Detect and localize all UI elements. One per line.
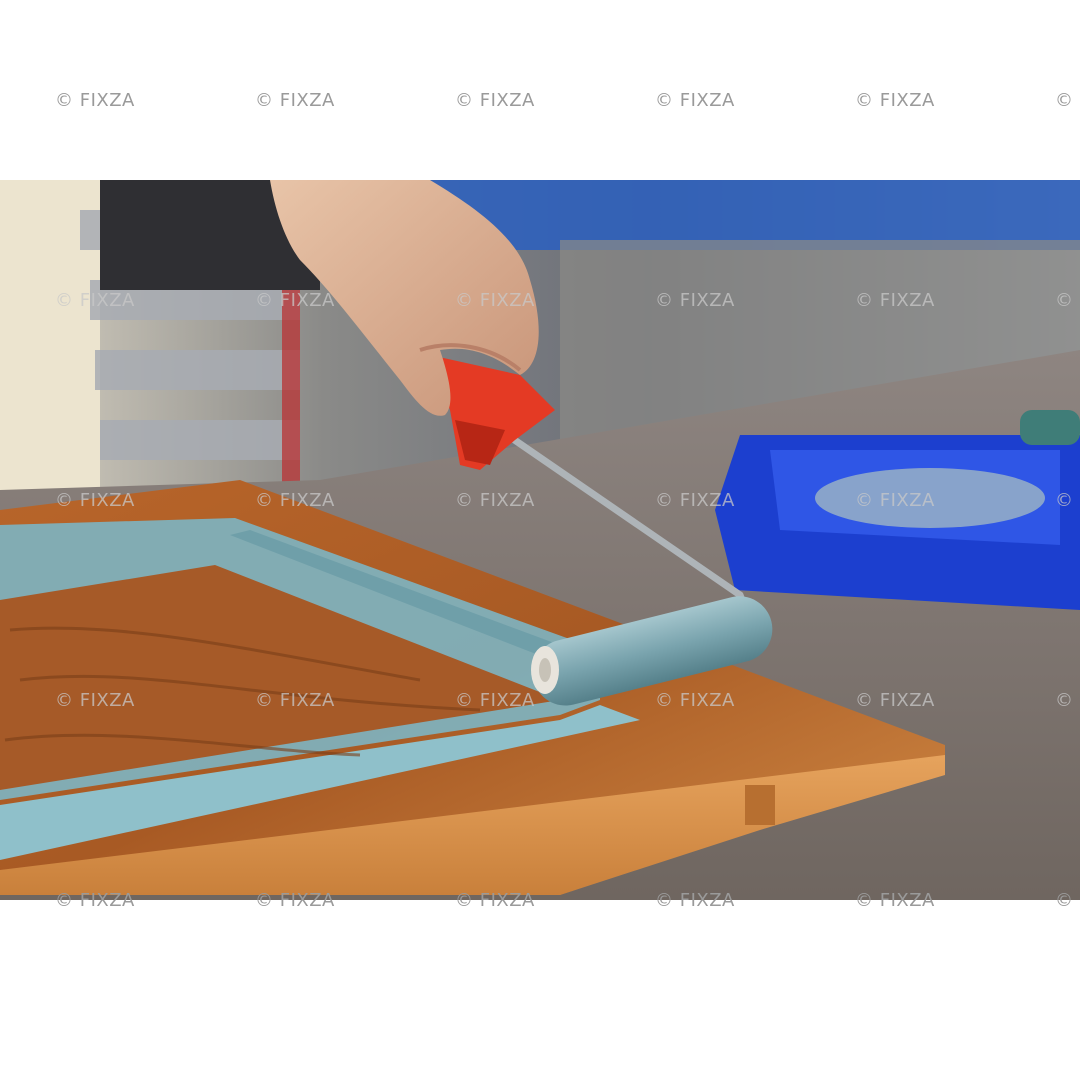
watermark-text: © FIXZA — [55, 890, 135, 911]
watermark-text: © — [1055, 290, 1074, 311]
watermark-row: © FIXZA © FIXZA © FIXZA © FIXZA © FIXZA … — [0, 490, 1080, 514]
watermark-text: © FIXZA — [455, 690, 535, 711]
watermark-text: © FIXZA — [655, 490, 735, 511]
watermark-text: © FIXZA — [455, 290, 535, 311]
watermark-text: © FIXZA — [255, 490, 335, 511]
watermark-row: © FIXZA © FIXZA © FIXZA © FIXZA © FIXZA … — [0, 290, 1080, 314]
painting-photo — [0, 180, 1080, 900]
blue-beam — [430, 180, 1080, 250]
watermark-text: © FIXZA — [855, 690, 935, 711]
watermark-text: © FIXZA — [55, 90, 135, 111]
watermark-text: © FIXZA — [255, 290, 335, 311]
watermark-text: © FIXZA — [255, 90, 335, 111]
watermark-text: © FIXZA — [655, 890, 735, 911]
watermark-text: © FIXZA — [455, 490, 535, 511]
watermark-row: © FIXZA © FIXZA © FIXZA © FIXZA © FIXZA … — [0, 690, 1080, 714]
watermark-text: © FIXZA — [455, 890, 535, 911]
watermark-text: © FIXZA — [55, 290, 135, 311]
watermark-text: © FIXZA — [55, 490, 135, 511]
watermark-text: © — [1055, 690, 1074, 711]
watermark-text: © FIXZA — [455, 90, 535, 111]
watermark-text: © FIXZA — [255, 690, 335, 711]
watermark-text: © FIXZA — [855, 90, 935, 111]
watermark-text: © FIXZA — [655, 90, 735, 111]
watermark-row: © FIXZA © FIXZA © FIXZA © FIXZA © FIXZA … — [0, 890, 1080, 914]
photo-frame — [0, 180, 1080, 900]
watermark-text: © — [1055, 890, 1074, 911]
watermark-row: © FIXZA © FIXZA © FIXZA © FIXZA © FIXZA … — [0, 90, 1080, 114]
watermark-text: © FIXZA — [655, 690, 735, 711]
watermark-text: © FIXZA — [855, 490, 935, 511]
watermark-text: © FIXZA — [855, 890, 935, 911]
watermark-text: © FIXZA — [855, 290, 935, 311]
watermark-text: © FIXZA — [55, 690, 135, 711]
watermark-text: © FIXZA — [655, 290, 735, 311]
watermark-text: © — [1055, 90, 1074, 111]
watermark-text: © — [1055, 490, 1074, 511]
watermark-text: © FIXZA — [255, 890, 335, 911]
